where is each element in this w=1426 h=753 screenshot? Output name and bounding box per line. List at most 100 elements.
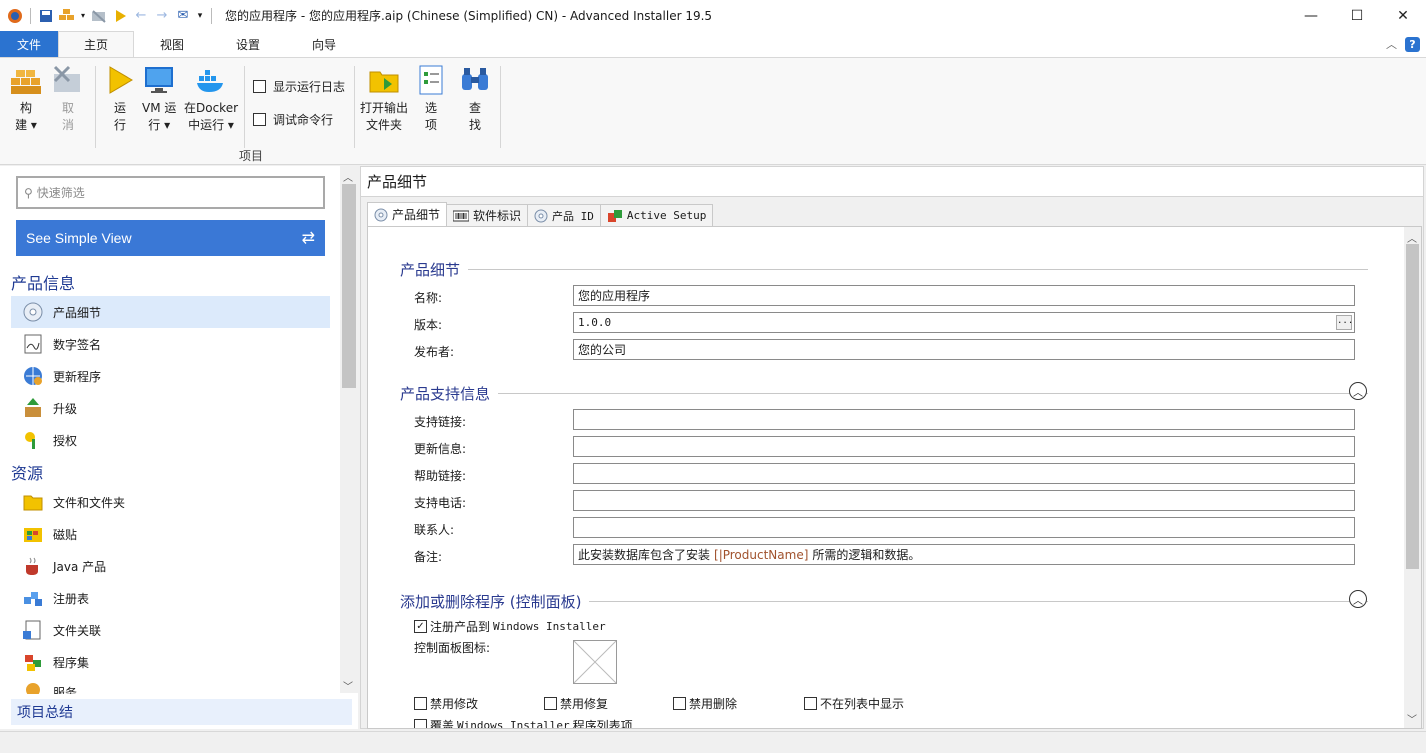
scroll-up-icon[interactable]: ︿ xyxy=(343,169,353,184)
cancel-build-icon xyxy=(53,65,80,92)
cancel-button: 取消 xyxy=(52,64,84,134)
page-title: 产品细节 xyxy=(361,167,1423,197)
scroll-down-icon[interactable]: ﹀ xyxy=(343,678,353,693)
tab-product-id[interactable]: 产品 ID xyxy=(527,204,601,226)
scroll-up-icon[interactable]: ︿ xyxy=(1407,230,1417,245)
version-edit-button[interactable]: ... xyxy=(1336,315,1353,330)
see-simple-view-button[interactable]: See Simple View ⇄ xyxy=(16,220,325,256)
tab-software-id[interactable]: 软件标识 xyxy=(446,204,529,226)
collapse-arp-icon[interactable]: ︿ xyxy=(1349,590,1367,608)
nav-group-resources: 资源 xyxy=(11,464,44,483)
section-add-remove-programs: 添加或删除程序 (控制面板) xyxy=(400,591,1368,612)
contact-field[interactable] xyxy=(573,517,1355,538)
control-panel-icon-picker[interactable] xyxy=(573,640,617,684)
close-button[interactable]: ✕ xyxy=(1380,0,1426,31)
support-phone-field[interactable] xyxy=(573,490,1355,511)
tab-settings[interactable]: 设置 xyxy=(210,31,286,57)
collapse-support-icon[interactable]: ︿ xyxy=(1349,382,1367,400)
nav-item-file-associations[interactable]: 文件关联 xyxy=(11,614,330,646)
registry-icon xyxy=(21,586,45,610)
vm-run-button[interactable]: VM 运行 ▾ xyxy=(142,64,176,134)
help-link-field[interactable] xyxy=(573,463,1355,484)
quick-access-toolbar: ▾ ← → ✉ ▾ xyxy=(0,0,215,31)
barcode-icon xyxy=(453,210,470,221)
file-assoc-icon xyxy=(21,618,45,642)
content-area: 产品细节 名称: 您的应用程序 版本: 1.0.0 ... 发布者: 您的公司 … xyxy=(367,226,1422,729)
customize-qat-icon[interactable]: ▾ xyxy=(195,7,205,25)
collapse-ribbon-icon[interactable]: ︿ xyxy=(1386,36,1397,52)
nav-item-services[interactable]: 服务 xyxy=(11,678,330,694)
nav-item-assemblies[interactable]: 程序集 xyxy=(11,646,330,678)
comments-label: 备注: xyxy=(414,550,443,564)
ribbon: 构建 ▾ 取消 运行 VM 运行 ▾ 在Docker 中运行 ▾ 显示运行日志 调… xyxy=(0,57,1426,165)
run-button[interactable]: 运行 xyxy=(104,64,136,134)
nav-item-upgrade[interactable]: 升级 xyxy=(11,392,330,424)
debug-commandline-checkbox[interactable]: 调试命令行 xyxy=(253,111,333,128)
left-scrollbar[interactable]: ︿ ﹀ xyxy=(340,166,358,693)
nav-item-product-details[interactable]: 产品细节 xyxy=(11,296,330,328)
search-input[interactable]: ⚲ 快速筛选 xyxy=(16,176,325,209)
cd-icon xyxy=(374,208,388,221)
minimize-button[interactable]: — xyxy=(1288,0,1334,31)
mail-icon[interactable]: ✉ xyxy=(174,7,192,25)
nav-item-updater[interactable]: 更新程序 xyxy=(11,360,330,392)
dropdown-arrow-icon[interactable]: ▾ xyxy=(79,7,87,25)
hide-in-list-checkbox[interactable]: 不在列表中显示 xyxy=(804,695,904,712)
support-link-field[interactable] xyxy=(573,409,1355,430)
tab-home[interactable]: 主页 xyxy=(58,31,134,57)
build-icon[interactable] xyxy=(58,7,76,25)
disable-repair-checkbox[interactable]: 禁用修复 xyxy=(544,695,608,712)
publisher-label: 发布者: xyxy=(414,345,455,359)
app-logo-icon[interactable] xyxy=(6,7,24,25)
left-nav-panel: ⚲ 快速筛选 See Simple View ⇄ 产品信息 产品细节 数字签名 … xyxy=(0,166,358,729)
save-icon[interactable] xyxy=(37,7,55,25)
build-icon xyxy=(11,70,41,94)
tab-file[interactable]: 文件 xyxy=(0,31,58,57)
docker-icon xyxy=(197,70,224,92)
open-output-folder-button[interactable]: 打开输出 文件夹 xyxy=(360,64,408,134)
globe-update-icon xyxy=(21,364,45,388)
version-field[interactable]: 1.0.0 ... xyxy=(573,312,1355,333)
tab-active-setup[interactable]: Active Setup xyxy=(599,204,714,226)
content-scrollbar-thumb[interactable] xyxy=(1406,244,1419,569)
register-product-checkbox[interactable]: ✓ 注册产品到 Windows Installer xyxy=(414,618,606,635)
contact-label: 联系人: xyxy=(414,523,455,537)
help-link-label: 帮助链接: xyxy=(414,469,467,483)
nav-item-files-folders[interactable]: 文件和文件夹 xyxy=(11,486,330,518)
cd-icon xyxy=(21,300,45,324)
check-icon: ✓ xyxy=(414,620,427,633)
options-button[interactable]: 选项 xyxy=(415,64,447,134)
main-panel: 产品细节 产品细节 软件标识 产品 ID Active Setup 产品细节 名… xyxy=(360,166,1424,729)
scroll-down-icon[interactable]: ﹀ xyxy=(1407,711,1417,726)
left-scrollbar-thumb[interactable] xyxy=(342,184,356,388)
project-summary-link[interactable]: 项目总结 xyxy=(11,699,352,725)
content-scrollbar[interactable]: ︿ ﹀ xyxy=(1404,227,1421,728)
docker-run-button[interactable]: 在Docker 中运行 ▾ xyxy=(184,64,238,134)
tab-view[interactable]: 视图 xyxy=(134,31,210,57)
publisher-field[interactable]: 您的公司 xyxy=(573,339,1355,360)
maximize-button[interactable]: ☐ xyxy=(1334,0,1380,31)
binoculars-icon xyxy=(462,68,488,90)
find-button[interactable]: 查找 xyxy=(459,64,491,134)
show-run-log-checkbox[interactable]: 显示运行日志 xyxy=(253,78,345,95)
disable-remove-checkbox[interactable]: 禁用删除 xyxy=(673,695,737,712)
nav-item-licensing[interactable]: 授权 xyxy=(11,424,330,456)
tab-wizards[interactable]: 向导 xyxy=(286,31,362,57)
nav-item-java-products[interactable]: Java 产品 xyxy=(11,550,330,582)
run-icon[interactable] xyxy=(111,7,129,25)
nav-item-registry[interactable]: 注册表 xyxy=(11,582,330,614)
nav-item-digital-signature[interactable]: 数字签名 xyxy=(11,328,330,360)
window-title: 您的应用程序 - 您的应用程序.aip (Chinese (Simplified… xyxy=(225,9,713,23)
title-bar: ▾ ← → ✉ ▾ 您的应用程序 - 您的应用程序.aip (Chinese (… xyxy=(0,0,1426,31)
monitor-icon xyxy=(145,67,174,93)
update-info-field[interactable] xyxy=(573,436,1355,457)
tab-product-details[interactable]: 产品细节 xyxy=(367,202,448,226)
comments-field[interactable]: 此安装数据库包含了安装 [|ProductName] 所需的逻辑和数据。 xyxy=(573,544,1355,565)
assemblies-icon xyxy=(21,650,45,674)
override-arp-entry-checkbox[interactable]: 覆盖 Windows Installer 程序列表项 xyxy=(414,717,633,728)
build-button[interactable]: 构建 ▾ xyxy=(10,64,42,134)
nav-item-tiles[interactable]: 磁贴 xyxy=(11,518,330,550)
name-field[interactable]: 您的应用程序 xyxy=(573,285,1355,306)
disable-modify-checkbox[interactable]: 禁用修改 xyxy=(414,695,478,712)
help-icon[interactable]: ? xyxy=(1405,36,1420,52)
